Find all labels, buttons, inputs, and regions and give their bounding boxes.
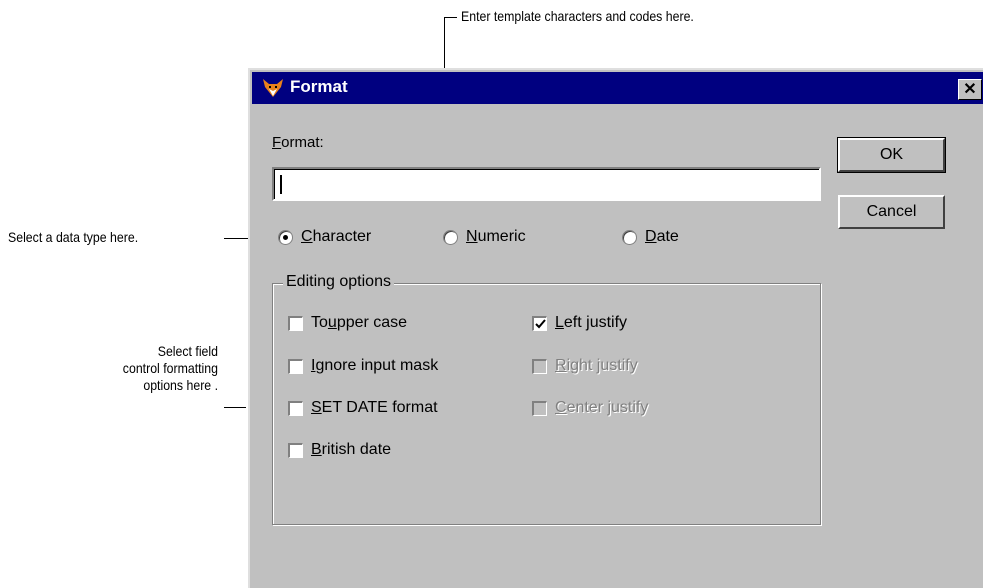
radio-character-mnemonic: C [301,228,313,245]
dialog-title: Format [290,77,348,96]
format-dialog: Format ✕ Format: OK Cancel Character Num… [248,68,983,588]
checkbox-set-date-format[interactable]: S ET DATE format [288,399,438,417]
checkbox-left-justify-box[interactable] [532,315,547,331]
title-bar[interactable]: Format ✕ [252,72,983,104]
radio-date-label: ate [656,228,679,245]
cancel-button[interactable]: Cancel [838,195,945,229]
fox-icon [263,79,283,97]
left-justify-mnemonic: L [555,314,564,331]
checkbox-center-justify-box[interactable] [532,400,547,416]
formatting-annotation-line-1: Select field [157,343,218,359]
format-label-mnemonic: F [272,134,282,151]
formatting-annotation-line-2: control formatting [122,360,218,376]
radio-numeric-label: umeric [477,228,526,245]
radio-date-mnemonic: D [645,228,657,245]
checkbox-left-justify[interactable]: Left justify [532,314,627,332]
checkbox-center-justify[interactable]: Center justify [532,399,648,417]
checkbox-british-date-box[interactable] [288,442,303,458]
ignore-mask-post: gnore input mask [315,357,439,374]
formatting-annotation-line-3: options here . [143,377,218,393]
close-button[interactable]: ✕ [958,79,982,100]
ok-button[interactable]: OK [837,137,946,173]
radio-character[interactable]: Character [278,228,371,246]
to-upper-mnemonic: u [327,314,337,331]
checkbox-british-date[interactable]: British date [288,441,391,459]
checkmark-icon [535,318,546,328]
editing-options-legend: Editing options [283,273,394,291]
template-annotation: Enter template characters and codes here… [461,8,694,24]
checkbox-to-upper-case[interactable]: To u pper case [288,314,407,332]
radio-date-indicator[interactable] [622,229,637,245]
british-post: ritish date [321,441,392,458]
set-date-post: ET DATE format [321,399,438,416]
left-justify-post: eft justify [563,314,628,331]
radio-numeric[interactable]: Numeric [443,228,526,246]
format-label: Format: [272,134,324,151]
checkbox-ignore-input-mask-box[interactable] [288,358,303,374]
set-date-mnemonic: S [311,399,322,416]
right-justify-post: ight justify [566,357,638,374]
to-upper-pre: To [311,314,328,331]
radio-numeric-mnemonic: N [466,228,478,245]
checkbox-set-date-format-box[interactable] [288,400,303,416]
text-caret [280,175,282,194]
center-justify-mnemonic: C [555,399,567,416]
radio-character-label: haracter [312,228,372,245]
british-mnemonic: B [311,441,322,458]
formatting-callout-line [224,407,246,408]
formatting-annotation: Select field control formatting options … [61,343,218,394]
template-callout-line-h [444,17,457,18]
center-justify-post: enter justify [566,399,649,416]
checkbox-to-upper-case-box[interactable] [288,315,303,331]
format-label-text: ormat: [281,134,324,151]
format-input[interactable] [272,167,821,201]
checkbox-right-justify[interactable]: Right justify [532,357,638,375]
checkbox-right-justify-box[interactable] [532,358,547,374]
radio-character-indicator[interactable] [278,229,293,245]
checkbox-ignore-input-mask[interactable]: Ignore input mask [288,357,438,375]
to-upper-post: pper case [336,314,408,331]
close-icon: ✕ [963,81,977,98]
radio-numeric-indicator[interactable] [443,229,458,245]
right-justify-mnemonic: R [555,357,567,374]
radio-date[interactable]: Date [622,228,679,246]
data-type-annotation: Select a data type here. [8,229,139,245]
